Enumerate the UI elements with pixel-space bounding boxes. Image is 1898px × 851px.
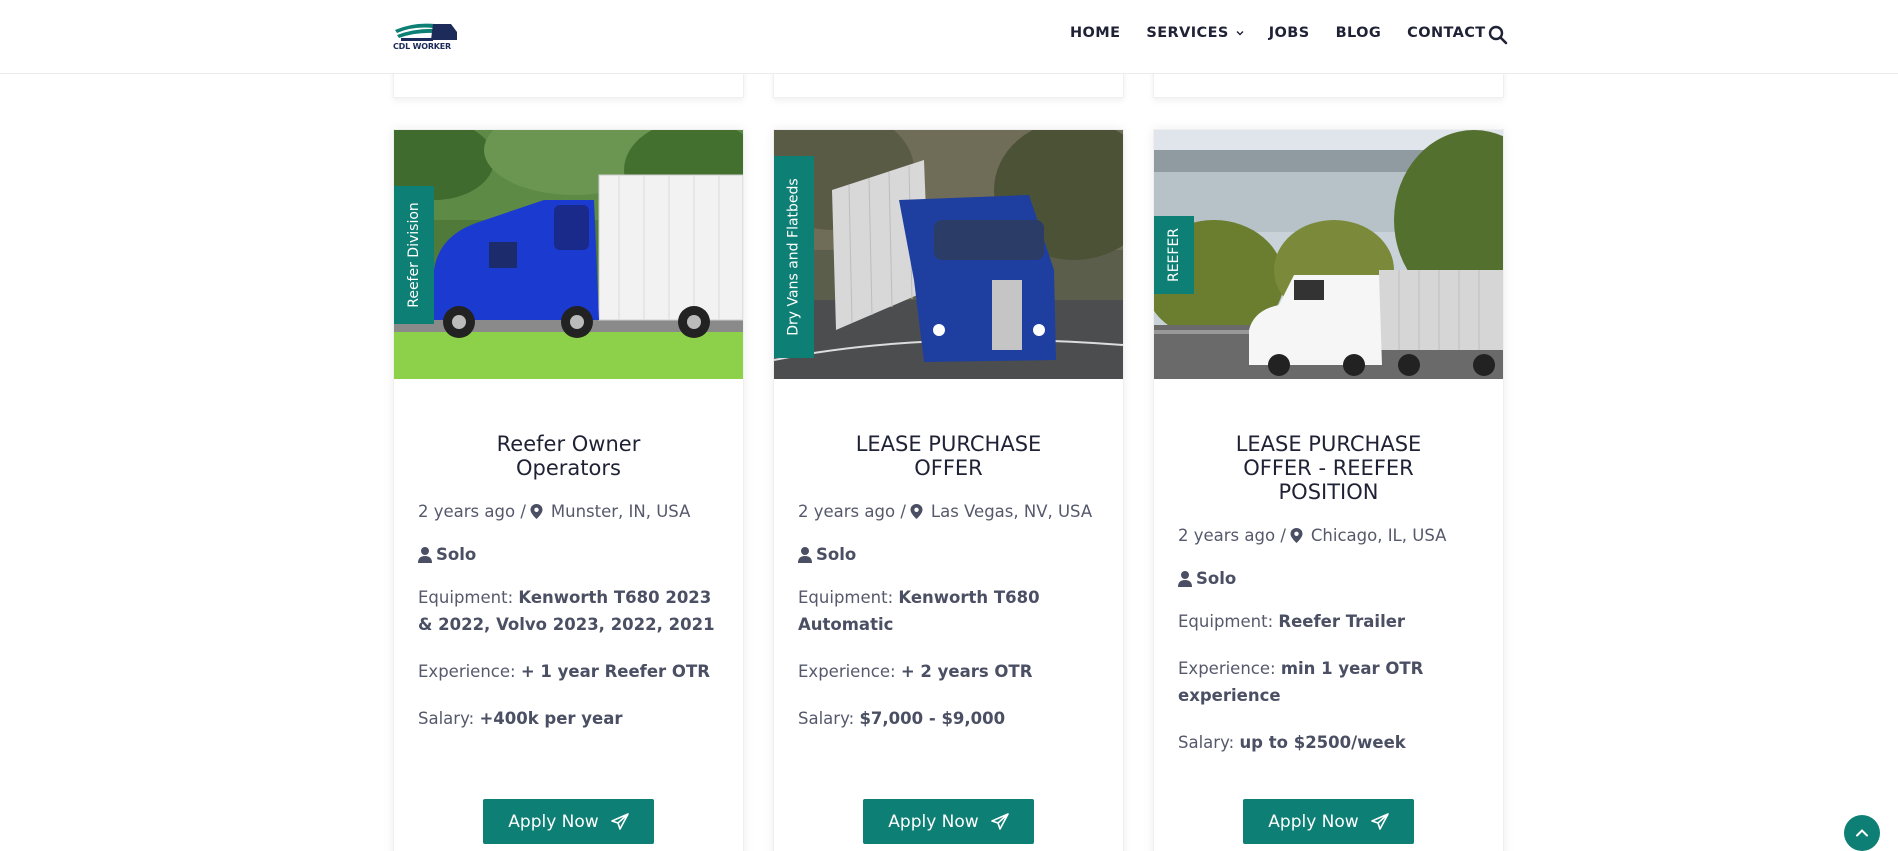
- experience-row: Experience: min 1 year OTR experience: [1178, 655, 1479, 709]
- experience-label: Experience:: [418, 662, 516, 681]
- job-image[interactable]: Reefer Division: [394, 130, 743, 379]
- category-tag[interactable]: Reefer Division: [394, 186, 434, 324]
- nav-jobs[interactable]: JOBS: [1269, 25, 1310, 41]
- equipment-row: Equipment: Kenworth T680 2023 & 2022, Vo…: [418, 584, 719, 638]
- category-tag[interactable]: Dry Vans and Flatbeds: [774, 156, 814, 358]
- experience-label: Experience:: [1178, 659, 1276, 678]
- job-image[interactable]: Dry Vans and Flatbeds: [774, 130, 1123, 379]
- driver-type: Solo: [798, 545, 1099, 564]
- job-location[interactable]: Chicago, IL, USA: [1311, 526, 1447, 545]
- apply-now-label: Apply Now: [1268, 811, 1359, 832]
- main-nav: HOME SERVICES JOBS BLOG CONTACT: [1070, 25, 1486, 41]
- apply-now-button[interactable]: Apply Now: [863, 799, 1034, 844]
- job-location[interactable]: Munster, IN, USA: [551, 502, 691, 521]
- job-meta: 2 years ago / Las Vegas, NV, USA: [798, 498, 1099, 525]
- driver-type: Solo: [1178, 569, 1479, 588]
- salary-label: Salary:: [798, 709, 855, 728]
- salary-label: Salary:: [1178, 733, 1235, 752]
- job-card: REEFER LEASE PURCHASE OFFER - REEFER POS…: [1153, 129, 1504, 851]
- chevron-down-icon: [1236, 31, 1244, 36]
- scroll-to-top-button[interactable]: [1844, 815, 1880, 851]
- driver-type-label: Solo: [436, 545, 477, 564]
- salary-label: Salary:: [418, 709, 475, 728]
- salary-value: +400k per year: [479, 709, 623, 728]
- logo-text: CDL WORKER: [393, 42, 452, 51]
- experience-value: + 2 years OTR: [900, 662, 1033, 681]
- driver-type: Solo: [418, 545, 719, 564]
- job-meta: 2 years ago / Munster, IN, USA: [418, 498, 719, 525]
- equipment-row: Equipment: Reefer Trailer: [1178, 608, 1479, 635]
- map-pin-icon: [530, 504, 543, 519]
- category-tag-label: Dry Vans and Flatbeds: [786, 178, 803, 336]
- logo-truck-icon: [395, 23, 457, 41]
- category-tag-label: Reefer Division: [406, 202, 423, 308]
- equipment-value: Reefer Trailer: [1278, 612, 1406, 631]
- paper-plane-icon: [610, 812, 629, 830]
- map-pin-icon: [910, 504, 923, 519]
- nav-home[interactable]: HOME: [1070, 25, 1120, 41]
- logo[interactable]: CDL WORKER: [393, 20, 459, 54]
- apply-now-button[interactable]: Apply Now: [483, 799, 654, 844]
- equipment-label: Equipment:: [418, 588, 514, 607]
- nav-blog[interactable]: BLOG: [1336, 25, 1382, 41]
- salary-row: Salary: $7,000 - $9,000: [798, 705, 1099, 732]
- posted-date: 2 years ago /: [418, 502, 526, 521]
- chevron-up-icon: [1856, 829, 1868, 837]
- user-icon: [1178, 570, 1192, 587]
- driver-type-label: Solo: [816, 545, 857, 564]
- category-tag-label: REEFER: [1166, 227, 1183, 283]
- equipment-label: Equipment:: [798, 588, 894, 607]
- posted-date: 2 years ago /: [1178, 526, 1286, 545]
- nav-contact[interactable]: CONTACT: [1407, 25, 1485, 41]
- job-title[interactable]: Reefer Owner Operators: [418, 432, 719, 480]
- posted-date: 2 years ago /: [798, 502, 906, 521]
- experience-row: Experience: + 2 years OTR: [798, 658, 1099, 685]
- experience-label: Experience:: [798, 662, 896, 681]
- category-tag[interactable]: REEFER: [1154, 216, 1194, 294]
- salary-row: Salary: up to $2500/week: [1178, 729, 1479, 756]
- paper-plane-icon: [990, 812, 1009, 830]
- salary-value: up to $2500/week: [1239, 733, 1406, 752]
- driver-type-label: Solo: [1196, 569, 1237, 588]
- salary-row: Salary: +400k per year: [418, 705, 719, 732]
- job-title[interactable]: LEASE PURCHASE OFFER - REEFER POSITION: [1178, 432, 1479, 504]
- nav-services[interactable]: SERVICES: [1146, 25, 1244, 41]
- job-image[interactable]: REEFER: [1154, 130, 1503, 379]
- salary-value: $7,000 - $9,000: [859, 709, 1006, 728]
- map-pin-icon: [1290, 528, 1303, 543]
- user-icon: [418, 546, 432, 563]
- equipment-row: Equipment: Kenworth T680 Automatic: [798, 584, 1099, 638]
- job-card: Dry Vans and Flatbeds LEASE PURCHASE OFF…: [773, 129, 1124, 851]
- experience-row: Experience: + 1 year Reefer OTR: [418, 658, 719, 685]
- experience-value: + 1 year Reefer OTR: [520, 662, 710, 681]
- apply-now-button[interactable]: Apply Now: [1243, 799, 1414, 844]
- nav-services-label: SERVICES: [1146, 25, 1229, 41]
- user-icon: [798, 546, 812, 563]
- apply-now-label: Apply Now: [508, 811, 599, 832]
- job-meta: 2 years ago / Chicago, IL, USA: [1178, 522, 1479, 549]
- job-location[interactable]: Las Vegas, NV, USA: [931, 502, 1092, 521]
- site-header: CDL WORKER HOME SERVICES JOBS BLOG CONTA…: [0, 0, 1898, 74]
- equipment-label: Equipment:: [1178, 612, 1274, 631]
- apply-now-label: Apply Now: [888, 811, 979, 832]
- search-icon[interactable]: [1488, 25, 1508, 45]
- job-card: Reefer Division Reefer Owner Operators 2…: [393, 129, 744, 851]
- job-title[interactable]: LEASE PURCHASE OFFER: [798, 432, 1099, 480]
- paper-plane-icon: [1370, 812, 1389, 830]
